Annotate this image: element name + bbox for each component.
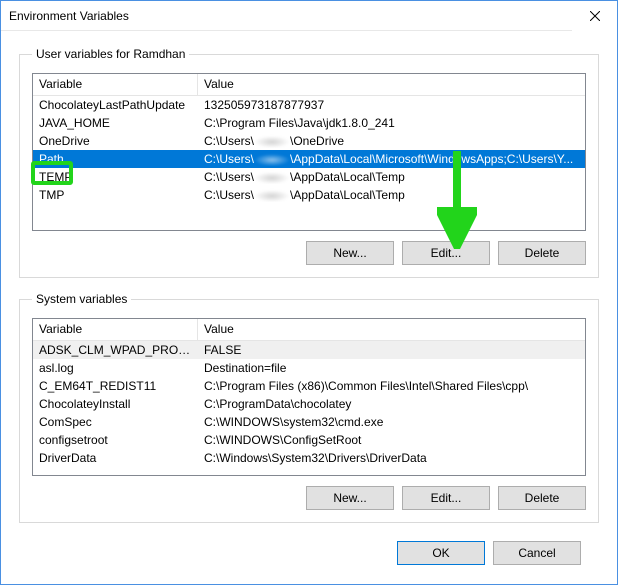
variable-value: C:\Users\\AppData\Local\Microsoft\Window… (198, 152, 585, 166)
table-row[interactable]: PathC:\Users\\AppData\Local\Microsoft\Wi… (33, 150, 585, 168)
redacted-segment (254, 190, 290, 202)
variable-value: C:\Program Files (x86)\Common Files\Inte… (198, 379, 585, 393)
close-icon (590, 11, 600, 21)
user-edit-button[interactable]: Edit... (402, 241, 490, 265)
variable-value: C:\Users\\AppData\Local\Temp (198, 188, 585, 202)
variable-value: Destination=file (198, 361, 585, 375)
user-col-value[interactable]: Value (198, 74, 585, 95)
variable-name: OneDrive (33, 134, 198, 148)
system-buttons-row: New... Edit... Delete (32, 486, 586, 510)
table-row[interactable]: ComSpecC:\WINDOWS\system32\cmd.exe (33, 413, 585, 431)
variable-name: Path (33, 152, 198, 166)
window-title: Environment Variables (9, 9, 129, 23)
variable-value: FALSE (198, 343, 585, 357)
variable-name: configsetroot (33, 433, 198, 447)
user-list-headers: Variable Value (33, 74, 585, 96)
system-list-body[interactable]: ADSK_CLM_WPAD_PROXY_...FALSEasl.logDesti… (33, 341, 585, 476)
user-variables-group: User variables for Ramdhan Variable Valu… (19, 47, 599, 278)
variable-name: C_EM64T_REDIST11 (33, 379, 198, 393)
redacted-segment (254, 136, 290, 148)
system-col-variable[interactable]: Variable (33, 319, 198, 340)
system-variables-group: System variables Variable Value ADSK_CLM… (19, 292, 599, 523)
user-delete-button[interactable]: Delete (498, 241, 586, 265)
variable-value: C:\WINDOWS\system32\cmd.exe (198, 415, 585, 429)
table-row[interactable]: ChocolateyInstallC:\ProgramData\chocolat… (33, 395, 585, 413)
variable-name: TEMP (33, 170, 198, 184)
table-row[interactable]: TMPC:\Users\\AppData\Local\Temp (33, 186, 585, 204)
system-edit-button[interactable]: Edit... (402, 486, 490, 510)
close-button[interactable] (572, 1, 617, 31)
variable-name: TMP (33, 188, 198, 202)
variable-value: C:\Users\\OneDrive (198, 134, 585, 148)
user-new-button[interactable]: New... (306, 241, 394, 265)
user-col-variable[interactable]: Variable (33, 74, 198, 95)
table-row[interactable]: TEMPC:\Users\\AppData\Local\Temp (33, 168, 585, 186)
table-row[interactable]: ChocolateyLastPathUpdate1325059731878779… (33, 96, 585, 114)
system-col-value[interactable]: Value (198, 319, 585, 340)
redacted-segment (254, 172, 290, 184)
system-list-headers: Variable Value (33, 319, 585, 341)
system-variables-legend: System variables (32, 292, 131, 306)
system-delete-button[interactable]: Delete (498, 486, 586, 510)
table-row[interactable]: configsetrootC:\WINDOWS\ConfigSetRoot (33, 431, 585, 449)
user-variables-list[interactable]: Variable Value ChocolateyLastPathUpdate1… (32, 73, 586, 231)
table-row[interactable]: OneDriveC:\Users\\OneDrive (33, 132, 585, 150)
redacted-segment (254, 154, 290, 166)
table-row[interactable]: JAVA_HOMEC:\Program Files\Java\jdk1.8.0_… (33, 114, 585, 132)
variable-name: ChocolateyInstall (33, 397, 198, 411)
variable-value: C:\WINDOWS\ConfigSetRoot (198, 433, 585, 447)
variable-name: JAVA_HOME (33, 116, 198, 130)
system-variables-list[interactable]: Variable Value ADSK_CLM_WPAD_PROXY_...FA… (32, 318, 586, 476)
table-row[interactable]: ADSK_CLM_WPAD_PROXY_...FALSE (33, 341, 585, 359)
system-new-button[interactable]: New... (306, 486, 394, 510)
dialog-footer: OK Cancel (19, 537, 599, 565)
dialog-content: User variables for Ramdhan Variable Valu… (1, 31, 617, 579)
table-row[interactable]: C_EM64T_REDIST11C:\Program Files (x86)\C… (33, 377, 585, 395)
variable-name: asl.log (33, 361, 198, 375)
variable-value: 132505973187877937 (198, 98, 585, 112)
cancel-button[interactable]: Cancel (493, 541, 581, 565)
variable-name: ChocolateyLastPathUpdate (33, 98, 198, 112)
table-row[interactable]: DriverDataC:\Windows\System32\Drivers\Dr… (33, 449, 585, 467)
ok-button[interactable]: OK (397, 541, 485, 565)
variable-value: C:\Windows\System32\Drivers\DriverData (198, 451, 585, 465)
variable-name: ComSpec (33, 415, 198, 429)
variable-name: DriverData (33, 451, 198, 465)
user-variables-legend: User variables for Ramdhan (32, 47, 189, 61)
variable-name: ADSK_CLM_WPAD_PROXY_... (33, 343, 198, 357)
user-buttons-row: New... Edit... Delete (32, 241, 586, 265)
user-list-body[interactable]: ChocolateyLastPathUpdate1325059731878779… (33, 96, 585, 231)
titlebar: Environment Variables (1, 1, 617, 31)
variable-value: C:\Users\\AppData\Local\Temp (198, 170, 585, 184)
variable-value: C:\Program Files\Java\jdk1.8.0_241 (198, 116, 585, 130)
variable-value: C:\ProgramData\chocolatey (198, 397, 585, 411)
table-row[interactable]: asl.logDestination=file (33, 359, 585, 377)
